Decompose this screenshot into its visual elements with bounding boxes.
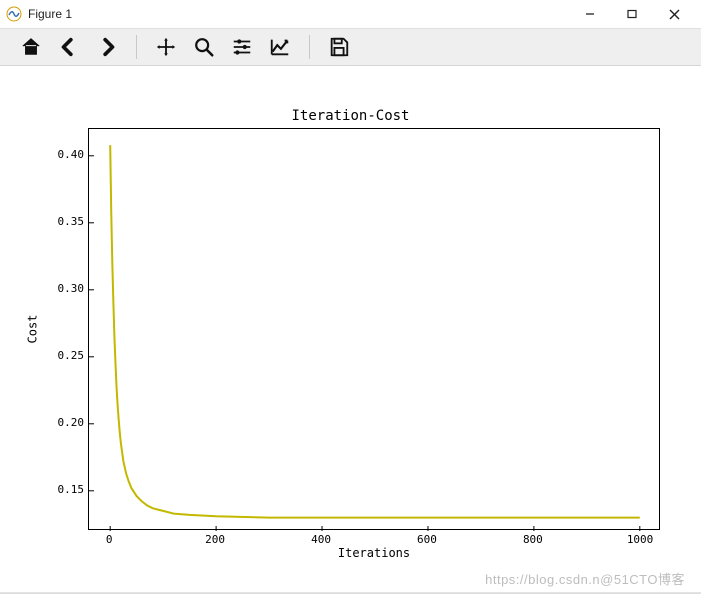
window-close-button[interactable] (653, 0, 695, 28)
edit-axes-icon (269, 36, 291, 58)
home-button[interactable] (14, 30, 48, 64)
save-icon (328, 36, 350, 58)
configure-button[interactable] (225, 30, 259, 64)
forward-icon (96, 36, 118, 58)
x-tick-label: 800 (521, 533, 545, 546)
axes-frame (88, 128, 660, 530)
save-button[interactable] (322, 30, 356, 64)
y-axis-label: Cost (24, 128, 40, 530)
x-tick-label: 600 (415, 533, 439, 546)
pan-icon (155, 36, 177, 58)
plot-svg (89, 129, 661, 531)
configure-icon (231, 36, 253, 58)
y-tick-label: 0.30 (52, 282, 84, 295)
forward-button[interactable] (90, 30, 124, 64)
toolbar (0, 28, 701, 66)
y-tick-label: 0.35 (52, 215, 84, 228)
x-tick-label: 200 (203, 533, 227, 546)
x-tick-label: 400 (309, 533, 333, 546)
home-icon (20, 36, 42, 58)
window-title: Figure 1 (28, 7, 569, 21)
window-maximize-button[interactable] (611, 0, 653, 28)
figure-canvas[interactable]: Iteration-Cost Cost Iterations 0.15 0.20 0… (0, 66, 701, 594)
window-titlebar: Figure 1 (0, 0, 701, 28)
y-tick-label: 0.15 (52, 483, 84, 496)
y-tick-label: 0.25 (52, 349, 84, 362)
zoom-icon (193, 36, 215, 58)
x-axis-label: Iterations (88, 546, 660, 560)
toolbar-separator (136, 35, 137, 59)
chart-title: Iteration-Cost (0, 108, 701, 124)
edit-axes-button[interactable] (263, 30, 297, 64)
watermark-text: https://blog.csdn.n@51CTO博客 (485, 569, 685, 588)
pan-button[interactable] (149, 30, 183, 64)
x-tick-label: 1000 (627, 533, 651, 546)
window-minimize-button[interactable] (569, 0, 611, 28)
zoom-button[interactable] (187, 30, 221, 64)
back-icon (58, 36, 80, 58)
y-tick-label: 0.20 (52, 416, 84, 429)
app-icon (6, 6, 22, 22)
back-button[interactable] (52, 30, 86, 64)
y-tick-label: 0.40 (52, 148, 84, 161)
x-tick-label: 0 (97, 533, 121, 546)
toolbar-separator (309, 35, 310, 59)
